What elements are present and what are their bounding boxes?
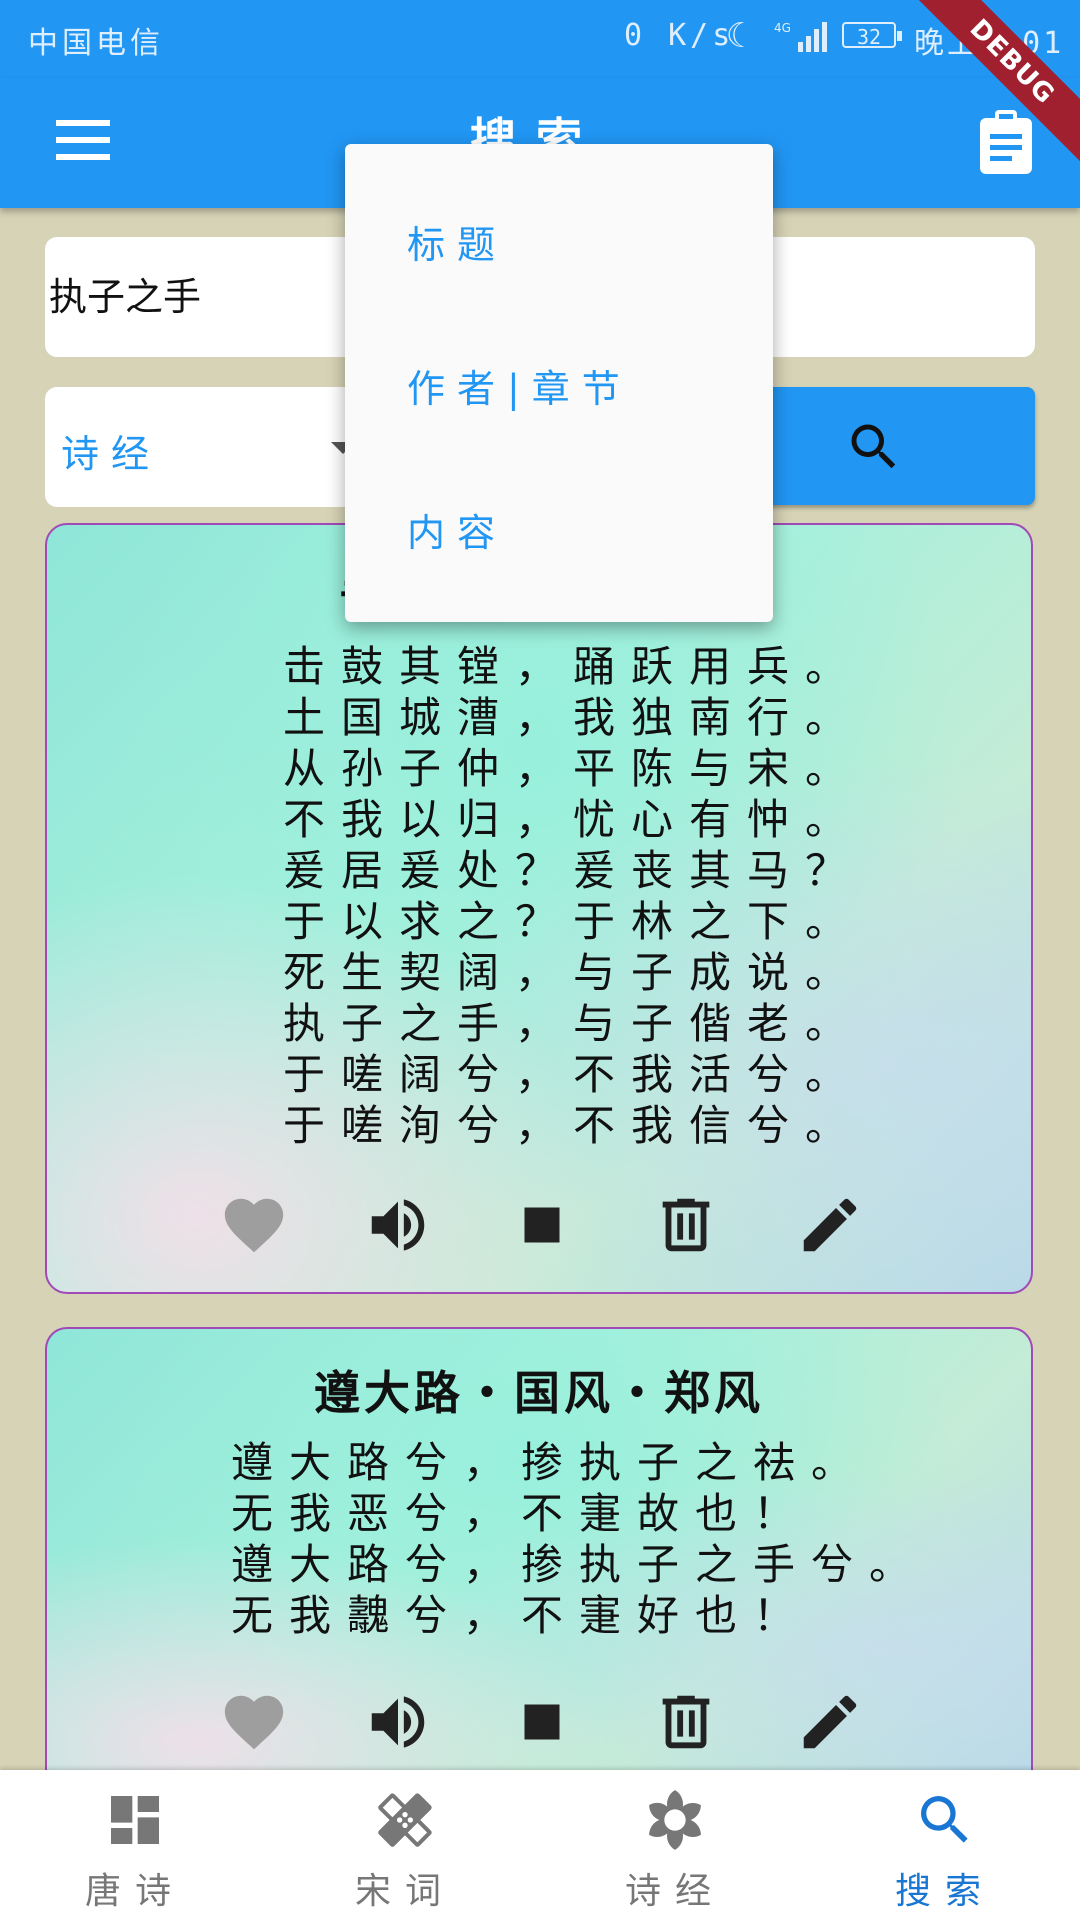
menu-icon[interactable] bbox=[56, 120, 112, 164]
nav-item-tang-poems[interactable]: 唐诗 bbox=[0, 1770, 270, 1920]
nav-label: 唐诗 bbox=[84, 1871, 185, 1912]
volume-icon[interactable] bbox=[363, 1687, 433, 1757]
edit-icon[interactable] bbox=[795, 1687, 865, 1757]
dashboard-icon bbox=[111, 1796, 159, 1844]
category-value: 诗经 bbox=[61, 432, 162, 476]
poem-card[interactable]: 击鼓・国风・邶风 击鼓其镗，踊跃用兵。 土国城漕，我独南行。 从孙子仲，平陈与宋… bbox=[45, 523, 1033, 1294]
poem-line: 击鼓其镗，踊跃用兵。 bbox=[283, 642, 864, 691]
menu-item-content[interactable]: 内容 bbox=[407, 502, 507, 557]
card-actions bbox=[47, 1687, 1031, 1757]
search-icon bbox=[851, 424, 896, 469]
volume-icon[interactable] bbox=[363, 1190, 433, 1260]
svg-text:4G: 4G bbox=[774, 21, 791, 35]
net-speed: 0 K/s bbox=[624, 18, 735, 53]
dropdown-menu: 标题 作者|章节 内容 bbox=[345, 144, 773, 622]
poem-title: 遵大路・国风・郑风 bbox=[314, 1366, 764, 1420]
delete-icon[interactable] bbox=[651, 1687, 721, 1757]
bottom-navigation: 唐诗 宋词 诗经 搜索 bbox=[0, 1770, 1080, 1920]
poem-line: 执子之手，与子偕老。 bbox=[283, 999, 864, 1048]
healing-icon bbox=[378, 1793, 432, 1847]
nav-label: 宋词 bbox=[354, 1871, 455, 1912]
clipboard-icon[interactable] bbox=[978, 108, 1034, 176]
poem-line: 死生契阔，与子成说。 bbox=[283, 948, 864, 997]
poem-line: 遵大路兮，掺执子之祛。 bbox=[231, 1438, 870, 1487]
nav-label: 诗经 bbox=[624, 1871, 725, 1912]
category-dropdown[interactable]: 诗经 bbox=[45, 387, 355, 507]
poem-card[interactable]: 遵大路・国风・郑风 遵大路兮，掺执子之祛。 无我恶兮，不寁故也！ 遵大路兮，掺执… bbox=[45, 1327, 1033, 1787]
poem-body: 击鼓其镗，踊跃用兵。 土国城漕，我独南行。 从孙子仲，平陈与宋。 不我以归，忧心… bbox=[283, 641, 863, 1151]
poem-line: 无我恶兮，不寁故也！ bbox=[231, 1489, 812, 1538]
poem-line: 遵大路兮，掺执子之手兮。 bbox=[231, 1540, 928, 1589]
search-button[interactable] bbox=[760, 387, 1035, 505]
menu-item-title[interactable]: 标题 bbox=[407, 214, 507, 269]
nav-label: 搜索 bbox=[894, 1871, 995, 1912]
flower-icon bbox=[649, 1790, 701, 1850]
poem-line: 从孙子仲，平陈与宋。 bbox=[283, 744, 864, 793]
battery-icon: 32 bbox=[842, 22, 902, 49]
poem-line: 土国城漕，我独南行。 bbox=[283, 693, 864, 742]
menu-item-author-chapter[interactable]: 作者|章节 bbox=[407, 358, 632, 413]
poem-line: 无我魗兮，不寁好也！ bbox=[231, 1591, 812, 1640]
nav-item-search[interactable]: 搜索 bbox=[810, 1770, 1080, 1920]
favorite-icon[interactable] bbox=[219, 1687, 289, 1757]
nav-item-shijing[interactable]: 诗经 bbox=[540, 1770, 810, 1920]
card-actions bbox=[47, 1190, 1031, 1260]
search-icon bbox=[921, 1796, 968, 1843]
stop-icon[interactable] bbox=[507, 1687, 577, 1757]
poem-line: 于嗟洵兮，不我信兮。 bbox=[283, 1101, 864, 1150]
do-not-disturb-icon: ☾ bbox=[726, 16, 747, 56]
stop-icon[interactable] bbox=[507, 1190, 577, 1260]
edit-icon[interactable] bbox=[795, 1190, 865, 1260]
nav-item-song-ci[interactable]: 宋词 bbox=[270, 1770, 540, 1920]
poem-body: 遵大路兮，掺执子之祛。 无我恶兮，不寁故也！ 遵大路兮，掺执子之手兮。 无我魗兮… bbox=[231, 1437, 927, 1641]
poem-line: 不我以归，忧心有忡。 bbox=[283, 795, 864, 844]
carrier-label: 中国电信 bbox=[28, 26, 164, 61]
signal-icon: 4G bbox=[774, 21, 827, 52]
delete-icon[interactable] bbox=[651, 1190, 721, 1260]
poem-line: 于嗟阔兮，不我活兮。 bbox=[283, 1050, 864, 1099]
poem-line: 爰居爰处？爰丧其马？ bbox=[283, 846, 864, 895]
status-bar: 中国电信 0 K/s ☾ 4G 32 晚上8:01 bbox=[0, 0, 1080, 78]
poem-line: 于以求之？于林之下。 bbox=[283, 897, 864, 946]
favorite-icon[interactable] bbox=[219, 1190, 289, 1260]
